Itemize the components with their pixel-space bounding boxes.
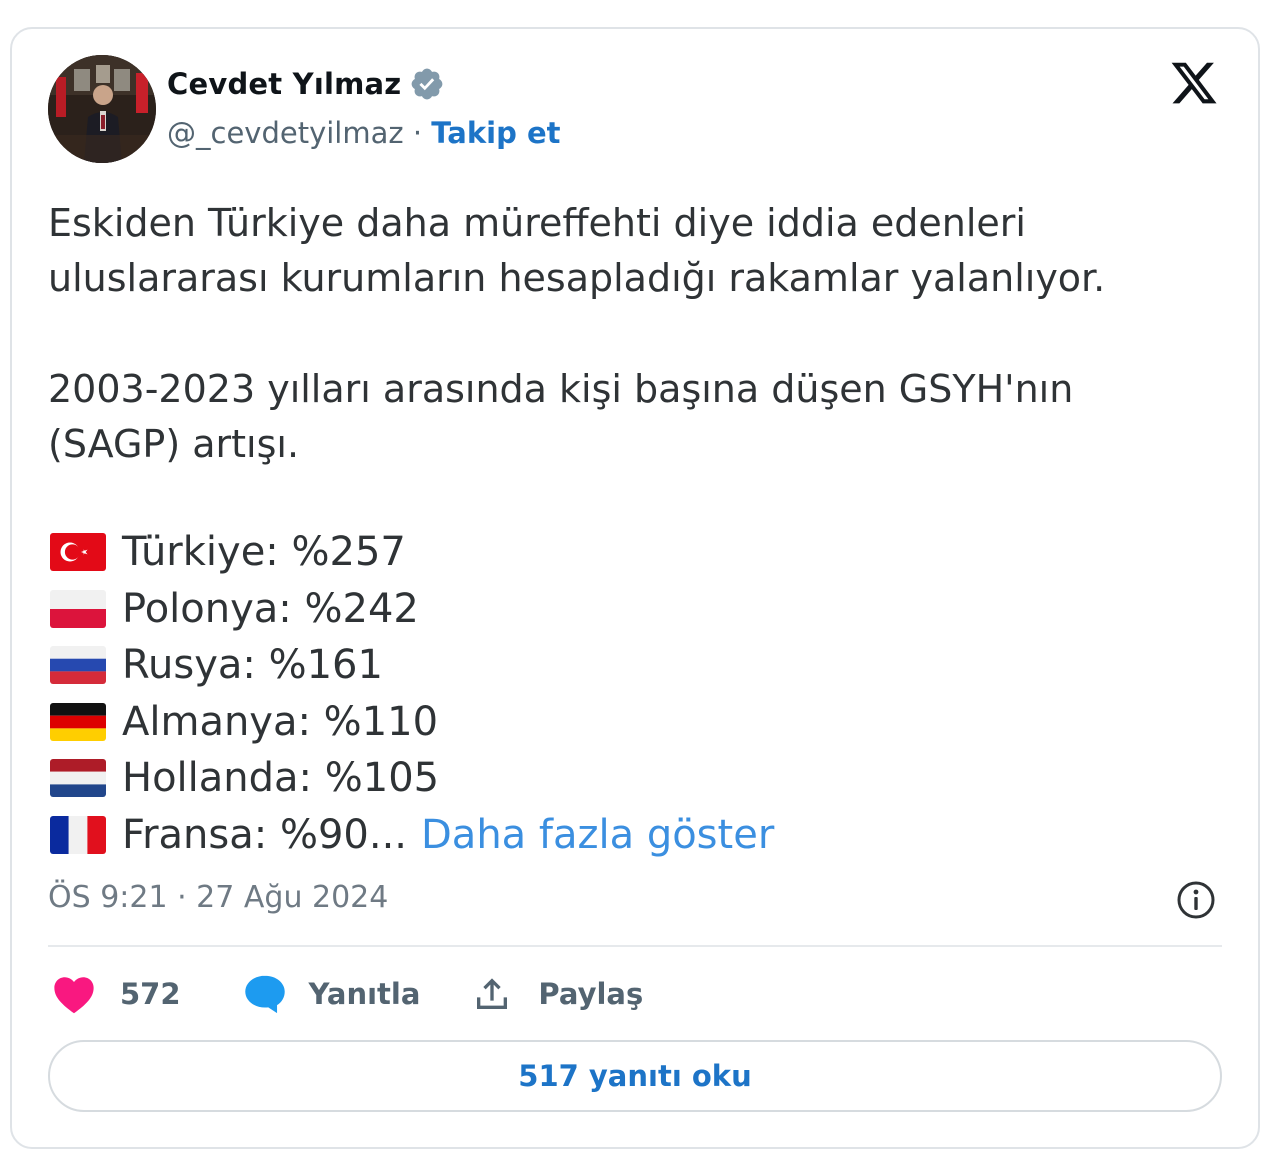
- tweet-line: Eskiden Türkiye daha müreffehti diye idd…: [48, 201, 1026, 245]
- handle-row: @_cevdetyilmaz · Takip et: [167, 116, 560, 150]
- action-bar: 572 Yanıtla Paylaş: [52, 968, 643, 1020]
- list-item: Türkiye: %257: [50, 524, 774, 581]
- poland-flag-icon: [50, 589, 106, 628]
- tweet-line: 2003-2023 yılları arasında kişi başına d…: [48, 367, 1074, 411]
- handle-separator: ·: [412, 116, 423, 150]
- divider: [48, 945, 1222, 947]
- share-label: Paylaş: [538, 977, 644, 1011]
- stats-list: Türkiye: %257 Polonya: %242 Rusya: %161 …: [50, 524, 774, 863]
- netherlands-flag-icon: [50, 759, 106, 798]
- russia-flag-icon: [50, 646, 106, 685]
- list-item: Hollanda: %105: [50, 750, 774, 807]
- reply-button[interactable]: Yanıtla: [243, 973, 421, 1015]
- author-handle[interactable]: @_cevdetyilmaz: [167, 116, 404, 150]
- show-more-link[interactable]: Daha fazla göster: [421, 807, 774, 864]
- avatar[interactable]: [48, 55, 156, 163]
- stat-text: Fransa: %90...: [122, 811, 407, 858]
- reply-label: Yanıtla: [308, 977, 421, 1011]
- stat-text: Hollanda: %105: [122, 755, 440, 801]
- tweet-line: (SAGP) artışı.: [48, 422, 300, 466]
- x-logo-icon[interactable]: [1168, 58, 1220, 108]
- author-name[interactable]: Cevdet Yılmaz: [167, 67, 401, 101]
- like-count: 572: [120, 977, 181, 1011]
- tweet-text: Eskiden Türkiye daha müreffehti diye idd…: [48, 196, 1218, 472]
- list-item: Rusya: %161: [50, 637, 774, 694]
- share-icon: [477, 978, 508, 1009]
- timestamp[interactable]: ÖS 9:21 · 27 Ağu 2024: [48, 880, 388, 915]
- verified-badge-icon: [412, 68, 443, 100]
- list-item: Polonya: %242: [50, 581, 774, 638]
- follow-button[interactable]: Takip et: [431, 116, 560, 150]
- stat-text: Türkiye: %257: [122, 529, 406, 575]
- france-flag-icon: [50, 815, 106, 854]
- list-item: Almanya: %110: [50, 694, 774, 751]
- info-icon[interactable]: [1174, 878, 1218, 922]
- stat-text: Rusya: %161: [122, 642, 383, 688]
- heart-icon: [54, 977, 94, 1014]
- stat-text: Polonya: %242: [122, 585, 419, 632]
- tweet-line: uluslararası kurumların hesapladığı raka…: [48, 256, 1106, 300]
- share-button[interactable]: Paylaş: [472, 974, 643, 1014]
- speech-bubble-icon: [244, 975, 285, 1014]
- author-name-row[interactable]: Cevdet Yılmaz: [167, 66, 445, 102]
- read-replies-button[interactable]: 517 yanıtı oku: [48, 1040, 1222, 1112]
- read-replies-label: 517 yanıtı oku: [518, 1059, 752, 1093]
- germany-flag-icon: [50, 702, 106, 741]
- list-item: Fransa: %90... Daha fazla göster: [50, 807, 774, 864]
- like-button[interactable]: 572: [52, 974, 181, 1014]
- stat-text: Almanya: %110: [122, 698, 439, 745]
- turkey-flag-icon: [50, 533, 106, 572]
